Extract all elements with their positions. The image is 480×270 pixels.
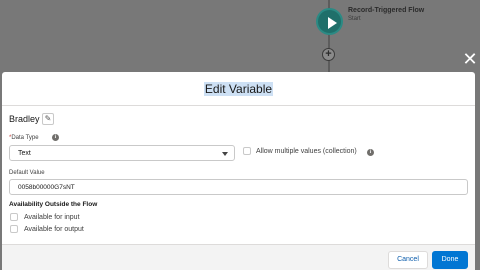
edit-name-button[interactable]: ✎ [42,113,54,125]
available-input-checkbox[interactable] [10,213,18,221]
start-node-title: Record-Triggered Flow [348,7,425,14]
chevron-down-icon [222,152,228,156]
data-type-info-icon[interactable]: i [52,134,59,141]
start-node-icon[interactable] [316,8,343,35]
modal-title: Edit Variable [2,82,475,96]
modal-title-text: Edit Variable [203,82,274,96]
variable-name: Bradley [9,114,40,124]
play-icon [328,17,337,29]
data-type-select[interactable]: Text [9,145,235,161]
data-type-label: *Data Type [9,135,39,141]
allow-multiple-checkbox[interactable] [243,147,251,155]
available-output-label: Available for output [24,226,84,233]
allow-multiple-label: Allow multiple values (collection) [256,148,357,155]
default-value-input[interactable]: 0058b00000G7sNT [9,179,468,195]
data-type-label-text: Data Type [11,135,39,141]
available-input-label: Available for input [24,214,80,221]
pencil-icon: ✎ [44,114,52,123]
edit-variable-modal: Edit Variable Bradley ✎ *Data Type i Tex… [2,72,475,270]
modal-header: Edit Variable [2,72,475,106]
availability-label: Availability Outside the Flow [9,201,98,208]
close-icon[interactable]: ✕ [461,50,479,68]
add-element-icon[interactable]: + [322,48,335,61]
default-value-text: 0058b00000G7sNT [18,184,75,191]
cancel-button[interactable]: Cancel [388,251,428,269]
done-button[interactable]: Done [432,251,468,269]
data-type-value: Text [18,150,31,157]
default-value-label: Default Value [9,170,45,176]
available-output-checkbox[interactable] [10,225,18,233]
allow-multiple-info-icon[interactable]: i [367,149,374,156]
start-node-subtitle: Start [348,16,361,22]
